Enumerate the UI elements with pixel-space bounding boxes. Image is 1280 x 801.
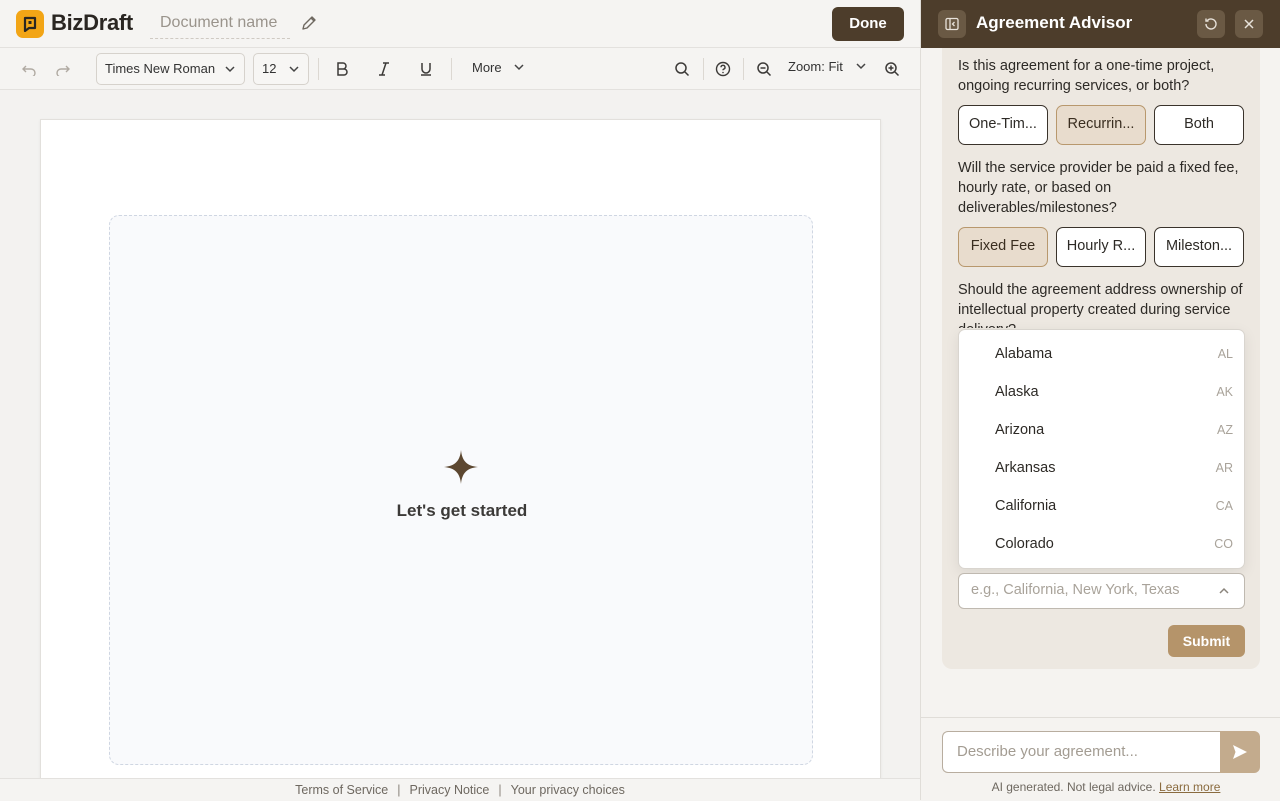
chevron-down-icon [225,66,235,73]
option-recurring[interactable]: Recurrin... [1056,105,1146,145]
toolbar-divider [743,58,744,80]
undo-icon[interactable] [19,59,39,79]
state-name: California [995,498,1057,514]
document-name-field[interactable]: Document name [150,11,290,39]
more-label: More [472,60,502,75]
top-bar: BizDraft Document name Done [0,0,920,48]
collapse-panel-icon[interactable] [938,10,966,38]
format-toolbar: Times New Roman 12 More Zoom: Fit [0,48,920,90]
describe-agreement-input[interactable]: Describe your agreement... [942,731,1220,773]
state-abbr: AR [1215,461,1233,475]
send-icon [1233,745,1247,759]
privacy-choices-link[interactable]: Your privacy choices [511,783,625,797]
toolbar-divider [703,58,704,80]
italic-icon[interactable] [374,59,394,79]
state-abbr: AL [1217,347,1233,361]
option-both[interactable]: Both [1154,105,1244,145]
disclaimer-text: AI generated. Not legal advice. [991,780,1156,794]
question-project-type: Is this agreement for a one-time project… [958,58,1215,94]
edit-name-pencil-icon[interactable] [300,14,320,34]
chevron-up-icon [1219,587,1229,594]
empty-state-title: Let's get started [396,501,528,520]
done-button[interactable]: Done [832,7,904,41]
question-ip-ownership: Should the agreement address ownership o… [958,282,1243,328]
empty-state-area: Let's get started [109,215,813,765]
question-payment: Will the service provider be paid a fixe… [958,160,1239,216]
state-name: Arkansas [995,460,1056,476]
option-one-time[interactable]: One-Tim... [958,105,1048,145]
redo-icon[interactable] [53,59,73,79]
more-menu-button[interactable]: More [462,53,535,85]
option-fixed-fee[interactable]: Fixed Fee [958,227,1048,267]
brand-name: BizDraft [51,10,133,35]
state-name: Colorado [995,536,1054,552]
state-abbr: CO [1214,537,1233,551]
dropdown-option[interactable]: Arkansas AR [959,450,1246,488]
dropdown-option[interactable]: Arizona AZ [959,412,1246,450]
chevron-down-icon [856,63,866,70]
document-page: Let's get started [40,119,881,779]
state-input-placeholder: e.g., California, New York, Texas [971,582,1180,598]
dropdown-option[interactable]: Alabama AL [959,336,1246,374]
chevron-down-icon [289,66,299,73]
state-name: Arizona [995,422,1045,438]
help-icon[interactable] [713,59,733,79]
underline-icon[interactable] [416,59,436,79]
search-icon[interactable] [672,59,692,79]
advisor-title: Agreement Advisor [976,13,1133,32]
disclaimer: AI generated. Not legal advice. Learn mo… [921,780,1280,794]
option-hourly-rate[interactable]: Hourly R... [1056,227,1146,267]
advisor-header: Agreement Advisor [921,0,1280,48]
advisor-panel: Agreement Advisor Is this agreement for … [920,0,1280,800]
footer: Terms of Service | Privacy Notice | Your pri… [0,778,920,800]
zoom-select[interactable]: Zoom: Fit [788,59,867,74]
dropdown-option[interactable]: Colorado CO [959,526,1246,564]
toolbar-divider [318,58,319,80]
bizdraft-logo-icon [16,10,44,38]
editor-pane: BizDraft Document name Done Times New Ro… [0,0,920,800]
option-milestones[interactable]: Mileston... [1154,227,1244,267]
dropdown-option[interactable]: Alaska AK [959,374,1246,412]
dropdown-option[interactable]: California CA [959,488,1246,526]
terms-link[interactable]: Terms of Service [295,783,388,797]
zoom-out-icon[interactable] [754,59,774,79]
state-abbr: AK [1216,385,1233,399]
zoom-in-icon[interactable] [882,59,902,79]
learn-more-link[interactable]: Learn more [1159,780,1220,794]
state-combobox[interactable]: e.g., California, New York, Texas [958,573,1245,609]
send-button[interactable] [1220,731,1260,773]
bold-icon[interactable] [332,59,352,79]
submit-button[interactable]: Submit [1168,625,1245,657]
state-name: Alaska [995,384,1039,400]
font-family-value: Times New Roman [105,61,216,76]
refresh-icon[interactable] [1197,10,1225,38]
font-size-select[interactable]: 12 [253,53,309,85]
chat-input-area: Describe your agreement... AI generated.… [921,717,1280,800]
privacy-link[interactable]: Privacy Notice [410,783,490,797]
state-abbr: AZ [1217,423,1233,437]
close-icon[interactable] [1235,10,1263,38]
state-name: Alabama [995,346,1053,362]
sparkle-icon [444,450,478,484]
toolbar-divider [451,58,452,80]
chevron-down-icon [514,64,524,71]
zoom-label: Zoom: Fit [788,59,843,74]
font-family-select[interactable]: Times New Roman [96,53,245,85]
state-abbr: CA [1215,499,1233,513]
state-dropdown-list: Alabama AL Alaska AK Arizona AZ Arkansas… [958,329,1245,569]
font-size-value: 12 [262,61,277,76]
